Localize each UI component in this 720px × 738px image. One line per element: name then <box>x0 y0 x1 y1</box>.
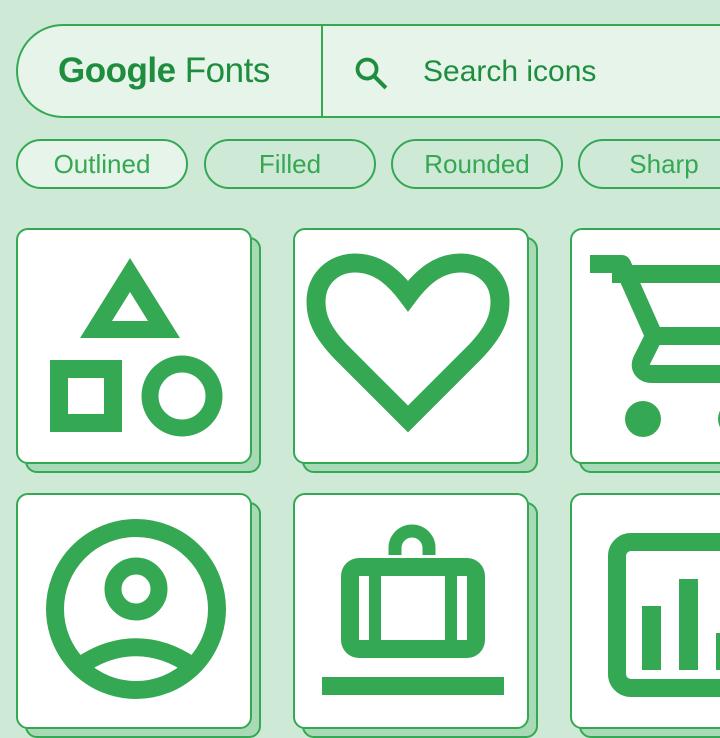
chip-rounded[interactable]: Rounded <box>391 139 563 189</box>
search-input[interactable]: Search icons <box>423 26 596 116</box>
chip-sharp[interactable]: Sharp <box>578 139 720 189</box>
icon-card <box>16 493 252 729</box>
favorite-icon <box>306 253 510 433</box>
brand-secondary: Fonts <box>184 51 271 90</box>
icon-card <box>16 228 252 464</box>
search-icon[interactable] <box>352 54 390 92</box>
brand-primary: Google <box>58 51 176 90</box>
icon-card-favorite[interactable] <box>293 228 538 473</box>
icon-card-account-circle[interactable] <box>16 493 261 738</box>
icon-card <box>293 493 529 729</box>
icon-card <box>570 228 720 464</box>
search-bar: Google Fonts Search icons <box>16 24 720 118</box>
luggage-icon <box>322 524 504 695</box>
icon-card <box>570 493 720 729</box>
chip-filled[interactable]: Filled <box>204 139 376 189</box>
analytics-icon <box>608 533 720 697</box>
account-circle-icon <box>46 519 226 699</box>
divider <box>321 26 323 116</box>
icon-card <box>293 228 529 464</box>
icon-card-luggage[interactable] <box>293 493 538 738</box>
category-icon <box>50 258 223 437</box>
chip-outlined[interactable]: Outlined <box>16 139 188 189</box>
shopping-cart-icon <box>590 255 720 437</box>
icon-card-shopping-cart[interactable] <box>570 228 720 473</box>
brand-logo[interactable]: Google Fonts <box>58 26 270 116</box>
icon-card-category[interactable] <box>16 228 261 473</box>
icon-card-analytics[interactable] <box>570 493 720 738</box>
